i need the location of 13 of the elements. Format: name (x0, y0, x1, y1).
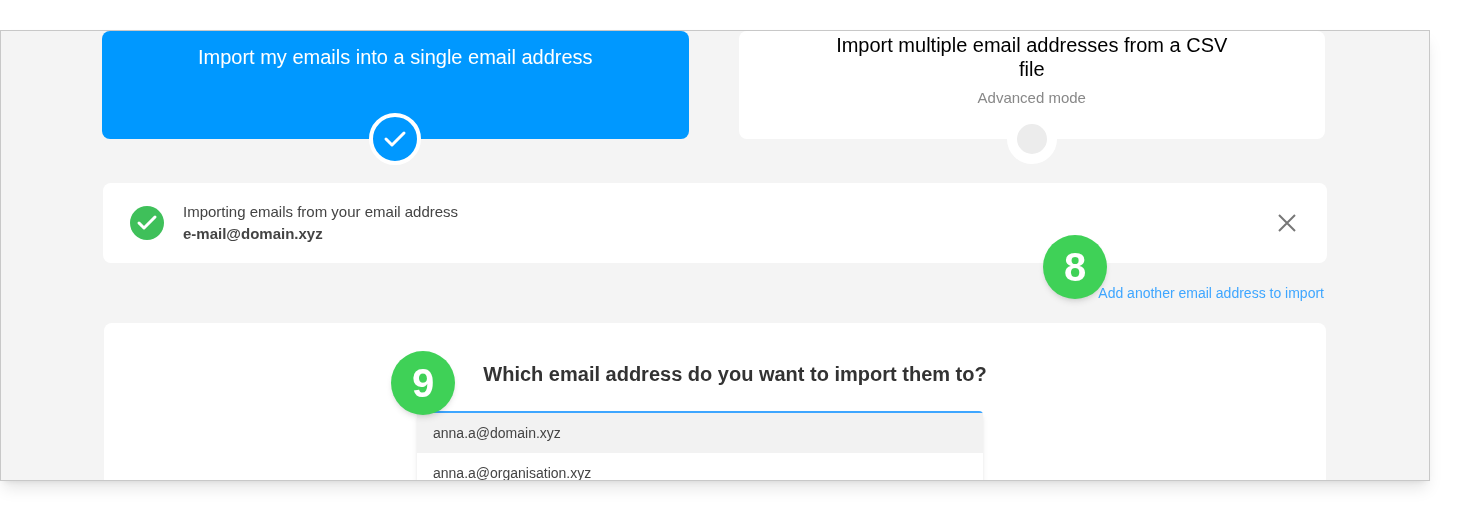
success-icon (129, 205, 165, 241)
notice-label: Importing emails from your email address (183, 201, 460, 222)
option-title: Import my emails into a single email address (196, 45, 594, 69)
dropdown-option[interactable]: anna.a@domain.xyz (417, 413, 983, 453)
option-title: Import multiple email addresses from a CSV file (835, 33, 1229, 81)
option-subtitle: Advanced mode (977, 88, 1086, 108)
question-heading: Which email address do you want to import them to? (483, 362, 987, 387)
option-card[interactable]: Import multiple email addresses from a CSV file Advanced mode (738, 31, 1325, 139)
check-icon (369, 113, 422, 165)
notice-email: e-mail@domain.xyz (183, 224, 324, 244)
close-icon[interactable] (1277, 213, 1297, 233)
dropdown-option[interactable]: anna.a@organisation.xyz (417, 453, 983, 480)
address-dropdown[interactable]: anna.a@domain.xyz anna.a@organisation.xyz (417, 411, 983, 480)
